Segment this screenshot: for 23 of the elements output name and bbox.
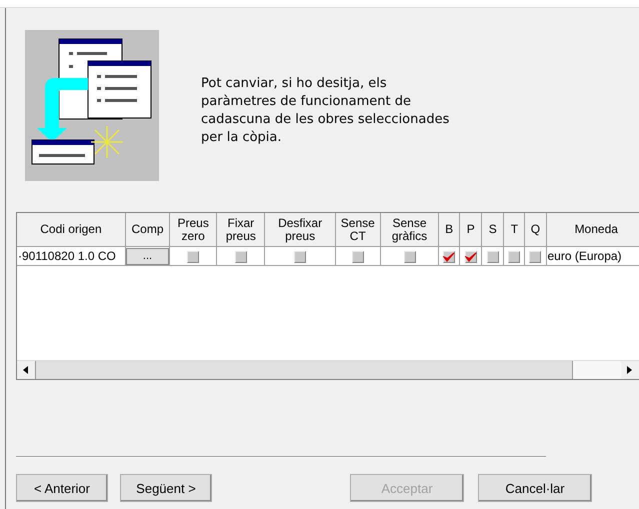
column-header[interactable]: Moneda xyxy=(546,213,639,246)
scrollbar-thumb[interactable] xyxy=(35,361,573,379)
column-header[interactable]: Codi origen xyxy=(17,213,126,246)
checkbox[interactable] xyxy=(443,250,456,263)
column-header[interactable]: Q xyxy=(524,213,546,246)
horizontal-scrollbar[interactable] xyxy=(17,360,639,379)
column-header[interactable]: T xyxy=(504,213,525,246)
table-cell: ·90110820 1.0 CO xyxy=(17,246,126,266)
column-header[interactable]: Preus zero xyxy=(170,213,217,246)
column-header[interactable]: Sense gràfics xyxy=(380,213,439,246)
back-button[interactable]: < Anterior xyxy=(16,474,108,502)
column-header[interactable]: Sense CT xyxy=(335,213,380,246)
column-header[interactable]: Desfixar preus xyxy=(264,213,336,246)
column-header[interactable]: S xyxy=(482,213,504,246)
column-header[interactable]: Fixar preus xyxy=(216,213,265,246)
ellipsis-button[interactable]: ... xyxy=(126,248,170,264)
checkbox[interactable] xyxy=(464,250,477,263)
cancel-button[interactable]: Cancel·lar xyxy=(478,474,592,502)
column-header[interactable]: Comp xyxy=(125,213,170,246)
instruction-text: Pot canviar, si ho desitja, els paràmetres de funcionament de cadascuna de les obres seleccionades per la còpia. xyxy=(201,74,450,146)
next-button[interactable]: Següent > xyxy=(120,474,212,502)
column-header[interactable]: P xyxy=(460,213,482,246)
column-header[interactable]: B xyxy=(438,213,460,246)
